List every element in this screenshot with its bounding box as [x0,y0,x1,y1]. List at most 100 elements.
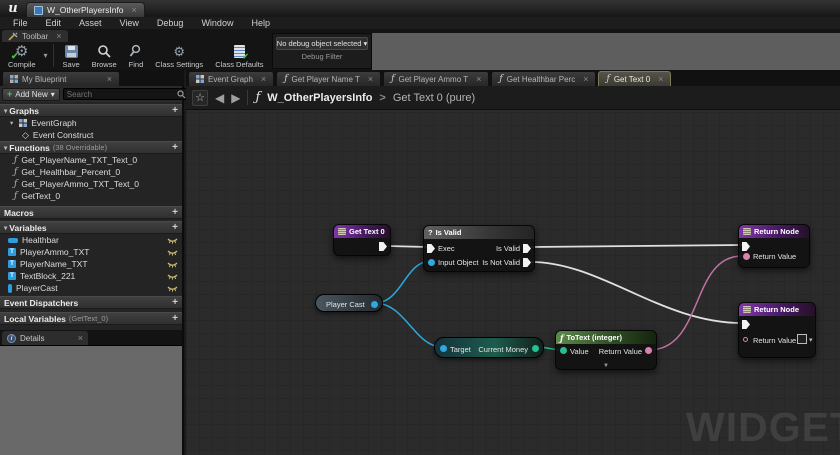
visibility-toggle[interactable] [167,285,178,292]
save-button[interactable]: Save [57,42,86,69]
object-wire-target [375,303,442,347]
section-macros[interactable]: Macros + [0,206,182,219]
menu-view[interactable]: View [111,18,148,28]
add-new-button[interactable]: + Add New ▾ [2,88,60,101]
tree-item-variable[interactable]: T PlayerName_TXT [0,258,182,270]
visibility-toggle[interactable] [167,273,178,280]
add-local-variable-button[interactable]: + [172,314,178,324]
asset-window-tab[interactable]: W_OtherPlayersInfo × [26,2,145,17]
tree-item-function[interactable]: ƒ GetText_0 [0,190,182,202]
class-settings-button[interactable]: ⚙ Class Settings [149,42,209,69]
save-icon [65,45,78,58]
tab-get-player-ammo[interactable]: ƒ Get Player Ammo T × [383,71,489,86]
section-event-dispatchers[interactable]: Event Dispatchers + [0,296,182,309]
node-get-text-0[interactable]: Get Text 0 [333,224,391,256]
tree-item-eventgraph[interactable]: ▾ EventGraph [0,117,182,129]
node-return-1[interactable]: Return Node Return Value [738,224,810,268]
tree-item-function[interactable]: ƒ Get_PlayerName_TXT_Text_0 [0,154,182,166]
section-functions[interactable]: ▾ Functions (38 Overridable) + [0,141,182,154]
close-icon[interactable]: × [132,6,137,15]
node-return-2[interactable]: Return Node Return Value ▾ [738,302,816,358]
close-icon[interactable]: × [78,334,83,343]
collapse-icon[interactable]: ▼ [603,363,609,369]
object-output-pin[interactable] [371,301,378,308]
blueprint-graph-canvas[interactable]: ☆ ◀ ▶ ƒ W_OtherPlayersInfo > Get Text 0 … [186,86,840,455]
close-icon[interactable]: × [56,32,61,41]
exec-output-pin-is-not-valid[interactable] [523,258,531,267]
add-event-dispatcher-button[interactable]: + [172,298,178,308]
exec-input-pin[interactable] [742,242,750,251]
menu-asset[interactable]: Asset [70,18,111,28]
return-node-icon [743,228,751,235]
tab-details[interactable]: i Details × [2,331,88,345]
return-value-pin[interactable] [743,253,750,260]
visibility-toggle[interactable] [167,249,178,256]
value-input-pin[interactable] [560,347,567,354]
close-icon[interactable]: × [261,75,266,84]
add-variable-button[interactable]: + [172,223,178,233]
section-local-variables[interactable]: Local Variables (GetText_0) + [0,312,182,325]
breadcrumb-current[interactable]: Get Text 0 (pure) [393,92,475,104]
close-icon[interactable]: × [583,75,588,84]
toolbar-tab[interactable]: Toolbar × [2,30,68,42]
add-function-button[interactable]: + [172,143,178,153]
details-tabstrip: i Details × [0,330,182,345]
tree-item-variable[interactable]: T TextBlock_221 [0,270,182,282]
integer-output-pin[interactable] [532,345,539,352]
object-input-pin[interactable] [428,259,435,266]
tree-item-function[interactable]: ƒ Get_Healthbar_Percent_0 [0,166,182,178]
back-button[interactable]: ◀ [215,92,224,104]
chevron-down-icon[interactable]: ▾ [809,336,813,344]
tree-item-event-construct[interactable]: ◇ Event Construct [0,129,182,141]
class-defaults-button[interactable]: ✔ Class Defaults [209,42,269,69]
node-player-cast[interactable]: Player Cast [315,294,383,312]
close-icon[interactable]: × [476,75,481,84]
node-current-money[interactable]: Target Current Money [434,337,544,358]
target-input-pin[interactable] [440,345,447,352]
compile-button[interactable]: ⚙✔ Compile [2,42,42,69]
browse-button[interactable]: Browse [86,42,123,69]
tree-item-variable[interactable]: T PlayerAmmo_TXT [0,246,182,258]
add-macro-button[interactable]: + [172,208,178,218]
tab-get-player-name[interactable]: ƒ Get Player Name T × [276,71,381,86]
section-graphs[interactable]: ▾ Graphs + [0,104,182,117]
visibility-toggle[interactable] [167,237,178,244]
close-icon[interactable]: × [658,75,663,84]
visibility-toggle[interactable] [167,261,178,268]
tab-my-blueprint[interactable]: My Blueprint × [2,71,120,86]
menu-file[interactable]: File [4,18,37,28]
close-icon[interactable]: × [368,75,373,84]
section-variables[interactable]: ▾ Variables + [0,221,182,234]
my-blueprint-panel: + Add New ▾ ▾ ▾ Graphs + ▾ EventGraph ◇ [0,86,184,455]
add-graph-button[interactable]: + [172,106,178,116]
node-to-text-integer[interactable]: ƒ ToText (integer) Value Return Value ▼ [555,330,657,370]
menu-debug[interactable]: Debug [148,18,193,28]
forward-button[interactable]: ▶ [231,92,240,104]
tree-item-function[interactable]: ƒ Get_PlayerAmmo_TXT_Text_0 [0,178,182,190]
check-icon: ✔ [11,52,19,61]
exec-output-pin[interactable] [379,242,387,251]
tree-item-variable[interactable]: Healthbar [0,234,182,246]
tab-get-text-0[interactable]: ƒ Get Text 0 × [598,71,671,86]
find-button[interactable]: Find [123,42,150,69]
return-value-input-box[interactable] [797,334,807,344]
menu-window[interactable]: Window [192,18,242,28]
tab-get-healthbar[interactable]: ƒ Get Healthbar Perc × [491,71,596,86]
search-input[interactable] [67,90,177,99]
close-icon[interactable]: × [107,75,112,84]
node-is-valid[interactable]: ? Is Valid Exec Is Valid Input Object Is… [423,225,535,272]
bookmark-button[interactable]: ☆ [192,90,208,106]
text-output-pin[interactable] [645,347,652,354]
menu-help[interactable]: Help [242,18,279,28]
exec-output-pin-is-valid[interactable] [523,244,531,253]
tree-item-variable[interactable]: PlayerCast [0,282,182,294]
divider [247,90,248,105]
breadcrumb-root[interactable]: W_OtherPlayersInfo [267,92,372,104]
debug-object-dropdown[interactable]: No debug object selected ▾ [276,37,368,50]
exec-input-pin[interactable] [427,244,435,253]
compile-options-caret[interactable]: ▾ [42,42,50,69]
exec-input-pin[interactable] [742,320,750,329]
tab-event-graph[interactable]: Event Graph × [188,71,274,86]
return-value-pin-unconnected[interactable] [743,337,748,342]
menu-edit[interactable]: Edit [37,18,71,28]
